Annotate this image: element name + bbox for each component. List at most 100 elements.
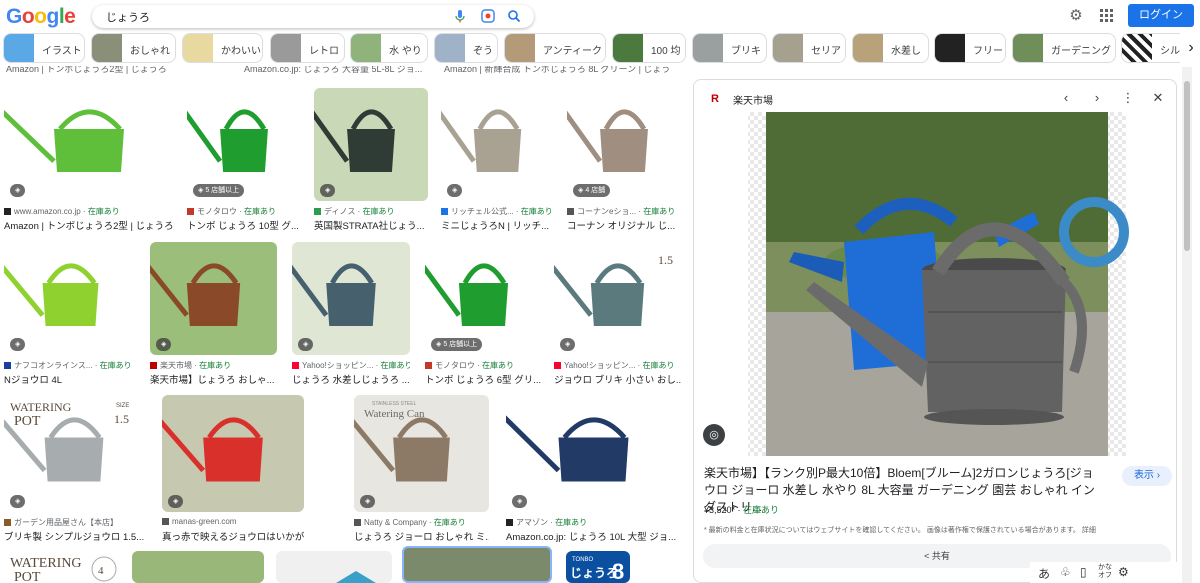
- chip-gardening[interactable]: ガーデニング: [1012, 33, 1116, 63]
- chip-zou[interactable]: ぞう: [434, 33, 498, 63]
- view-label: 表示: [1133, 470, 1154, 481]
- result-source[interactable]: 楽天市場 · 在庫あり: [150, 360, 277, 371]
- chip-100yen[interactable]: 100 均: [612, 33, 686, 63]
- lens-icon[interactable]: [480, 8, 496, 24]
- search-input[interactable]: じょうろ: [92, 5, 534, 28]
- price-value: ¥3,520*: [704, 505, 736, 515]
- result-title[interactable]: Amazon.co.jp: じょうろ 10L 大型 ジョ...: [506, 529, 681, 543]
- result-source[interactable]: Yahoo!ショッピン... · 在庫あり: [554, 360, 681, 371]
- chip-kawaii[interactable]: かわいい: [182, 33, 263, 63]
- chevron-right-icon[interactable]: ›: [1087, 88, 1107, 108]
- chip-thumb: [435, 34, 465, 62]
- chevron-left-icon[interactable]: ‹: [1056, 88, 1076, 108]
- lens-icon[interactable]: ◎: [703, 424, 725, 446]
- chip-seria[interactable]: セリア: [772, 33, 846, 63]
- ime-tool-icon[interactable]: ♧: [1060, 565, 1071, 579]
- login-button[interactable]: ログイン: [1128, 4, 1194, 27]
- gear-icon[interactable]: ⚙: [1118, 565, 1129, 579]
- scrollbar[interactable]: [1182, 67, 1192, 583]
- result-source[interactable]: ディノス · 在庫あり: [314, 206, 428, 217]
- tag-icon: ◈: [447, 184, 463, 197]
- chip-free[interactable]: フリー: [934, 33, 1006, 63]
- view-button[interactable]: 表示 ›: [1122, 466, 1172, 486]
- result-thumbnail: [4, 88, 174, 201]
- chip-label: イラスト: [42, 46, 82, 57]
- chip-thumb: [773, 34, 803, 62]
- result-title[interactable]: じょうろ 水差しじょうろ ...: [292, 372, 410, 386]
- result-source[interactable]: Natty & Company · 在庫あり: [354, 517, 489, 528]
- gear-icon[interactable]: ⚙: [1067, 7, 1085, 25]
- favicon: [354, 519, 361, 527]
- chip-mizuyari[interactable]: 水 やり: [350, 33, 428, 63]
- result-title[interactable]: トンボ じょうろ 10型 グ...: [187, 218, 301, 232]
- chip-label: フリー: [973, 46, 1003, 57]
- separator-dot: ·: [80, 207, 88, 216]
- rakuten-logo: R: [711, 93, 719, 105]
- chip-thumb: [4, 34, 34, 62]
- result-source[interactable]: ガーデン用品屋さん【本店】: [4, 517, 144, 528]
- logo-letter: o: [34, 5, 47, 28]
- tag-icon: ◈: [156, 338, 172, 351]
- result-title[interactable]: ジョウロ ブリキ 小さい おし...: [554, 372, 681, 386]
- favicon: [150, 362, 157, 370]
- image-label: POT: [14, 414, 41, 429]
- close-icon[interactable]: ✕: [1148, 88, 1168, 108]
- result-thumbnail: [132, 551, 264, 583]
- tag-icon: ◈: [360, 495, 376, 508]
- scrollbar-thumb[interactable]: [1184, 81, 1190, 251]
- result-title[interactable]: ミニじょうろN | リッチ...: [441, 218, 554, 232]
- result-source[interactable]: リッチェル公式... · 在庫あり: [441, 206, 554, 217]
- result-title[interactable]: 楽天市場】じょうろ おしゃ...: [150, 372, 277, 386]
- result-title[interactable]: 真っ赤で映えるジョウロはいかが？＊Do!...: [162, 529, 304, 543]
- mic-icon[interactable]: [452, 8, 468, 24]
- result-source[interactable]: www.amazon.co.jp · 在庫あり: [4, 206, 174, 217]
- source-name: ディノス: [324, 207, 356, 216]
- result-thumbnail: WATERING POT SIZE 1.5: [4, 395, 144, 512]
- result-title[interactable]: ブリキ製 シンプルジョウロ 1.5...: [4, 529, 144, 543]
- ime-pad-icon[interactable]: ▯: [1080, 565, 1087, 579]
- chip-antique[interactable]: アンティーク: [504, 33, 606, 63]
- result-title[interactable]: Nジョウロ 4L: [4, 372, 137, 386]
- result-title[interactable]: トンボ じょうろ 6型 グリ...: [425, 372, 542, 386]
- preview-image[interactable]: [694, 112, 1176, 456]
- chip-buriki[interactable]: ブリキ: [692, 33, 767, 63]
- chip-label: アンティーク: [543, 46, 602, 57]
- stock-status: 在庫あり: [243, 207, 276, 216]
- chip-thumb: [271, 34, 301, 62]
- source-name: Yahoo!ショッピン...: [302, 361, 374, 370]
- result-source[interactable]: manas-green.com: [162, 517, 304, 526]
- more-vert-icon[interactable]: ⋮: [1118, 88, 1138, 108]
- result-source[interactable]: モノタロウ · 在庫あり: [425, 360, 542, 371]
- result-source[interactable]: アマゾン · 在庫あり: [506, 517, 681, 528]
- result-title[interactable]: Amazon | トンボじょうろ2型 | じょうろ: [4, 218, 174, 232]
- chip-retro[interactable]: レトロ: [270, 33, 345, 63]
- source-name: モノタロウ: [435, 361, 475, 370]
- chip-thumb: [935, 34, 965, 62]
- chip-label: セリア: [811, 46, 841, 57]
- source-name: ガーデン用品屋さん【本店】: [14, 518, 118, 527]
- panel-site-name[interactable]: 楽天市場: [733, 92, 773, 107]
- result-source[interactable]: ナフコオンラインス... · 在庫あり: [4, 360, 137, 371]
- result-title[interactable]: 英国製STRATA社じょう...: [314, 218, 428, 232]
- favicon: [506, 519, 513, 527]
- ime-mode[interactable]: あ: [1038, 565, 1050, 582]
- stock-status: 在庫あり: [433, 518, 466, 527]
- chevron-right-icon[interactable]: ›: [1180, 33, 1200, 63]
- result-source[interactable]: モノタロウ · 在庫あり: [187, 206, 301, 217]
- separator-dot: ·: [236, 207, 244, 216]
- image-label: STAINLESS STEEL: [372, 401, 417, 407]
- chip-oshare[interactable]: おしゃれ: [91, 33, 176, 63]
- google-logo[interactable]: Google: [6, 5, 76, 29]
- result-source[interactable]: コーナンeショ... · 在庫あり: [567, 206, 681, 217]
- chip-mizusashi[interactable]: 水差し: [852, 33, 929, 63]
- apps-grid-icon[interactable]: [1098, 7, 1116, 25]
- chip-illust[interactable]: イラスト: [3, 33, 85, 63]
- search-icon[interactable]: [506, 8, 522, 24]
- watering-text: WATERING: [10, 556, 82, 571]
- chip-thumb: [1013, 34, 1043, 62]
- result-source[interactable]: Yahoo!ショッピン... · 在庫あり: [292, 360, 410, 371]
- chip-thumb: [351, 34, 381, 62]
- result-title[interactable]: コーナン オリジナル じ...: [567, 218, 681, 232]
- result-title[interactable]: じょうろ ジョーロ おしゃれ ミ...: [354, 529, 489, 543]
- ime-kana-off[interactable]: かな オフ: [1098, 564, 1114, 580]
